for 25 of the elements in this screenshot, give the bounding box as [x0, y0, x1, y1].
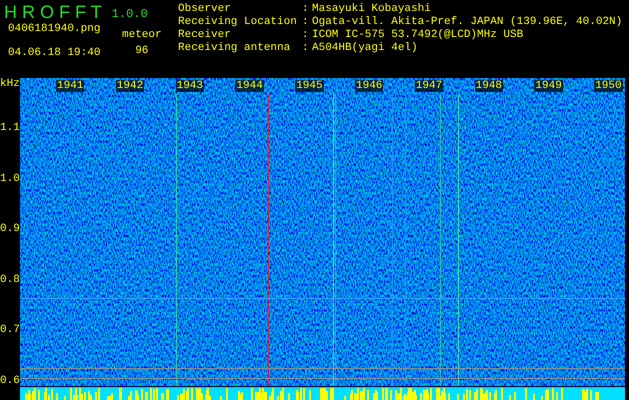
- colon-separator: :: [302, 29, 310, 42]
- count-value: 96: [135, 45, 148, 58]
- axis-label: 0.9: [0, 223, 20, 235]
- info-label: Observer: [178, 3, 232, 16]
- info-value: A504HB(yagi 4el): [312, 42, 418, 55]
- axis-label: 1.1: [0, 122, 20, 134]
- filename-text: 0406181940.png: [8, 23, 102, 36]
- info-label: Receiving antenna: [178, 42, 292, 55]
- info-label: Receiver: [178, 29, 232, 42]
- count-label: meteor: [122, 29, 162, 42]
- colon-separator: :: [302, 42, 310, 55]
- axis-label: 0.8: [0, 274, 20, 286]
- info-value: Ogata-vill. Akita-Pref. JAPAN (139.96E, 40.02N): [312, 16, 622, 29]
- axis-label: 0.7: [0, 324, 20, 336]
- unit-label: kHz: [0, 78, 20, 90]
- info-value: ICOM IC-575 53.7492(@LCD)MHz USB: [312, 29, 524, 42]
- app-title: H R O F F T: [4, 2, 102, 22]
- timestamp-text: 04.06.18 19:40: [8, 47, 102, 60]
- axis-label: 0.6: [0, 374, 20, 386]
- colon-separator: :: [302, 3, 310, 16]
- info-label: Receiving Location: [178, 16, 298, 29]
- version-text: 1.0.0: [112, 6, 148, 22]
- info-value: Masayuki Kobayashi: [312, 3, 431, 16]
- colon-separator: :: [302, 16, 310, 29]
- axis-label: 1.0: [0, 172, 20, 184]
